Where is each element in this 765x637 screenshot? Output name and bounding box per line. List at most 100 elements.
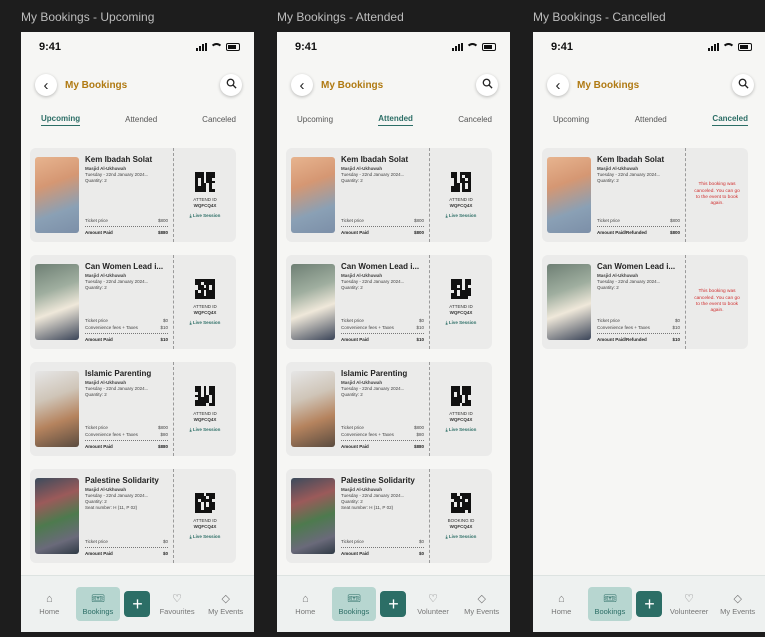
booking-card-details: Can Women Lead i... Masjid Al-Ukhuwah Tues…	[286, 255, 430, 349]
tab-attended[interactable]: Attended	[378, 114, 413, 126]
booking-card-details: Islamic Parenting Masjid Al-Ukhuwah Tuesda…	[30, 362, 174, 456]
live-session-link[interactable]: ⤓ Live Session	[190, 320, 221, 325]
qr-code-icon	[195, 172, 215, 192]
battery-icon	[482, 43, 496, 51]
event-thumbnail	[547, 157, 591, 233]
nav-label: My Events	[720, 606, 756, 616]
nav-label: Home	[295, 606, 316, 616]
back-button[interactable]: ‹	[35, 74, 57, 96]
tab-upcoming[interactable]: Upcoming	[297, 115, 333, 126]
live-session-link[interactable]: ⤓ Live Session	[190, 213, 221, 218]
amount-paid-row: Amount Paid $0	[341, 551, 424, 556]
booking-card[interactable]: Islamic Parenting Masjid Al-Ukhuwah Tuesda…	[286, 362, 501, 456]
amount-paid-value: $800	[413, 230, 424, 235]
add-button[interactable]: +	[636, 591, 663, 617]
cancel-message: This booking was canceled. You can go to…	[694, 289, 740, 314]
nav-item-bookings[interactable]: 🎟 Bookings	[331, 587, 376, 621]
nav-label: Home	[551, 606, 572, 616]
booking-card[interactable]: Kem Ibadah Solat Masjid Al-Ukhuwah Tuesday…	[542, 148, 757, 242]
booking-card-details: Kem Ibadah Solat Masjid Al-Ukhuwah Tuesday…	[542, 148, 686, 242]
price-row: Convenience fees + Taxes $10	[341, 325, 424, 330]
booking-card-stub: This booking was canceled. You can go to…	[686, 255, 748, 349]
nav-item-bookings[interactable]: 🎟 Bookings	[587, 587, 632, 621]
event-title: Palestine Solidarity	[85, 476, 159, 485]
event-date: Tuesday - 22nd January 2024...	[341, 493, 405, 498]
booking-card[interactable]: Can Women Lead i... Masjid Al-Ukhuwah Tues…	[30, 255, 245, 349]
live-session-link[interactable]: ⤓ Live Session	[446, 427, 477, 432]
event-title: Kem Ibadah Solat	[85, 155, 153, 164]
booking-info: Kem Ibadah Solat Masjid Al-Ukhuwah Tuesday…	[597, 153, 680, 237]
amount-paid-row: Amount Paid/Refunded $10	[597, 337, 680, 342]
price-value: $800	[413, 425, 424, 430]
tab-upcoming[interactable]: Upcoming	[553, 115, 589, 126]
event-title: Can Women Lead i...	[85, 262, 164, 271]
search-button[interactable]	[220, 74, 242, 96]
nav-item-volunteerer[interactable]: ♡ Volunteerer	[667, 587, 711, 621]
live-session-link[interactable]: ⤓ Live Session	[190, 534, 221, 539]
booking-list: Kem Ibadah Solat Masjid Al-Ukhuwah Tuesday…	[21, 132, 254, 563]
search-button[interactable]	[476, 74, 498, 96]
search-icon	[226, 78, 237, 92]
back-button[interactable]: ‹	[291, 74, 313, 96]
price-value: $800	[157, 218, 168, 223]
live-session-link[interactable]: ⤓ Live Session	[446, 320, 477, 325]
ticket-icon: 🎟	[90, 592, 105, 605]
nav-item-my-events[interactable]: ◇ My Events	[716, 587, 760, 621]
search-icon	[482, 78, 493, 92]
divider	[341, 440, 424, 441]
amount-paid-value: $0	[418, 551, 424, 556]
event-title: Islamic Parenting	[85, 369, 152, 378]
price-row: Ticket price $0	[597, 318, 680, 323]
event-title: Kem Ibadah Solat	[341, 155, 409, 164]
live-session-link[interactable]: ⤓ Live Session	[446, 213, 477, 218]
add-button[interactable]: +	[124, 591, 151, 617]
nav-item-home[interactable]: ⌂ Home	[539, 587, 583, 621]
amount-paid-row: Amount Paid $880	[341, 444, 424, 449]
price-label: Convenience fees + Taxes	[597, 325, 650, 330]
event-date: Tuesday - 22nd January 2024...	[85, 386, 149, 391]
venue-name: Masjid Al-Ukhuwah	[341, 487, 383, 492]
tab-canceled[interactable]: Canceled	[712, 114, 748, 126]
booking-card[interactable]: Kem Ibadah Solat Masjid Al-Ukhuwah Tuesday…	[286, 148, 501, 242]
tab-canceled[interactable]: Canceled	[202, 115, 236, 126]
nav-item-home[interactable]: ⌂ Home	[283, 587, 327, 621]
event-date: Tuesday - 22nd January 2024...	[85, 172, 149, 177]
back-button[interactable]: ‹	[547, 74, 569, 96]
live-session-link[interactable]: ⤓ Live Session	[446, 534, 477, 539]
booking-card[interactable]: Can Women Lead i... Masjid Al-Ukhuwah Tues…	[286, 255, 501, 349]
nav-label: Favourites	[159, 606, 195, 616]
nav-item-volunteer[interactable]: ♡ Volunteer	[411, 587, 455, 621]
booking-card[interactable]: Kem Ibadah Solat Masjid Al-Ukhuwah Tuesday…	[30, 148, 245, 242]
nav-item-my-events[interactable]: ◇ My Events	[204, 587, 248, 621]
tab-attended[interactable]: Attended	[635, 115, 667, 126]
booking-card[interactable]: Palestine Solidarity Masjid Al-Ukhuwah Tue…	[30, 469, 245, 563]
booking-card[interactable]: Islamic Parenting Masjid Al-Ukhuwah Tuesda…	[30, 362, 245, 456]
search-button[interactable]	[732, 74, 754, 96]
nav-item-favourites[interactable]: ♡ Favourites	[155, 587, 199, 621]
qr-code-icon	[195, 386, 215, 406]
add-button[interactable]: +	[380, 591, 407, 617]
divider	[341, 333, 424, 334]
battery-icon	[226, 43, 240, 51]
price-row: Ticket price $800	[341, 218, 424, 223]
divider	[597, 226, 680, 227]
booking-card[interactable]: Palestine Solidarity Masjid Al-Ukhuwah Tue…	[286, 469, 501, 563]
booking-id-code: WQFCQ4X	[193, 203, 217, 208]
venue-name: Masjid Al-Ukhuwah	[85, 487, 127, 492]
nav-item-bookings[interactable]: 🎟 Bookings	[75, 587, 120, 621]
tab-attended[interactable]: Attended	[125, 115, 157, 126]
booking-tabs: Upcoming Attended Canceled	[21, 108, 254, 132]
tab-upcoming[interactable]: Upcoming	[41, 114, 81, 126]
nav-item-home[interactable]: ⌂ Home	[27, 587, 71, 621]
booking-info: Islamic Parenting Masjid Al-Ukhuwah Tuesda…	[341, 367, 424, 451]
booking-id-label: ATTEND ID	[193, 411, 217, 416]
qr-code-icon	[451, 279, 471, 299]
booking-card[interactable]: Can Women Lead i... Masjid Al-Ukhuwah Tues…	[542, 255, 757, 349]
live-session-link[interactable]: ⤓ Live Session	[190, 427, 221, 432]
tab-canceled[interactable]: Canceled	[458, 115, 492, 126]
nav-item-my-events[interactable]: ◇ My Events	[460, 587, 504, 621]
